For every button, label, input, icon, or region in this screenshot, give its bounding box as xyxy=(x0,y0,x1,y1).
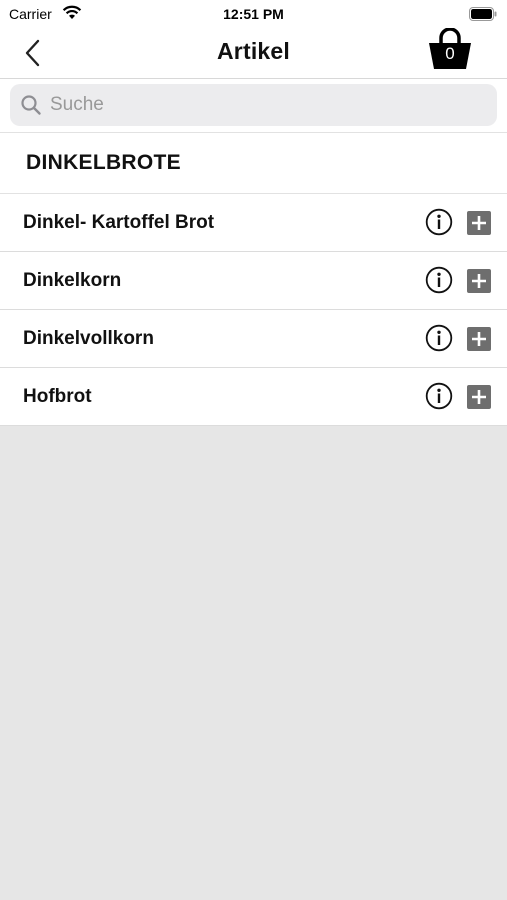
info-icon[interactable] xyxy=(425,266,453,294)
info-icon[interactable] xyxy=(425,208,453,236)
cart-button[interactable]: 0 xyxy=(426,27,474,72)
section-title: DINKELBROTE xyxy=(0,133,507,194)
search-field[interactable] xyxy=(10,84,497,126)
status-time: 12:51 PM xyxy=(223,6,284,22)
plus-icon[interactable] xyxy=(467,327,491,351)
info-icon[interactable] xyxy=(425,324,453,352)
header-area: Carrier 12:51 PM Artikel 0 xyxy=(0,0,507,79)
search-icon xyxy=(21,95,41,115)
list-item[interactable]: Dinkel- Kartoffel Brot xyxy=(0,194,507,252)
battery-icon xyxy=(469,7,497,24)
list-item[interactable]: Dinkelvollkorn xyxy=(0,310,507,368)
list-item[interactable]: Dinkelkorn xyxy=(0,252,507,310)
cart-count-badge: 0 xyxy=(445,44,455,63)
navigation-bar: Artikel 0 xyxy=(0,27,507,79)
plus-icon[interactable] xyxy=(467,211,491,235)
list-item[interactable]: Hofbrot xyxy=(0,368,507,426)
search-input[interactable] xyxy=(48,93,452,117)
info-icon[interactable] xyxy=(425,382,453,410)
plus-icon[interactable] xyxy=(467,269,491,293)
status-bar: Carrier 12:51 PM xyxy=(0,0,507,28)
search-bar xyxy=(0,79,507,133)
plus-icon[interactable] xyxy=(467,385,491,409)
article-list: Dinkel- Kartoffel Brot Dinkelkorn Dinkel… xyxy=(0,194,507,426)
